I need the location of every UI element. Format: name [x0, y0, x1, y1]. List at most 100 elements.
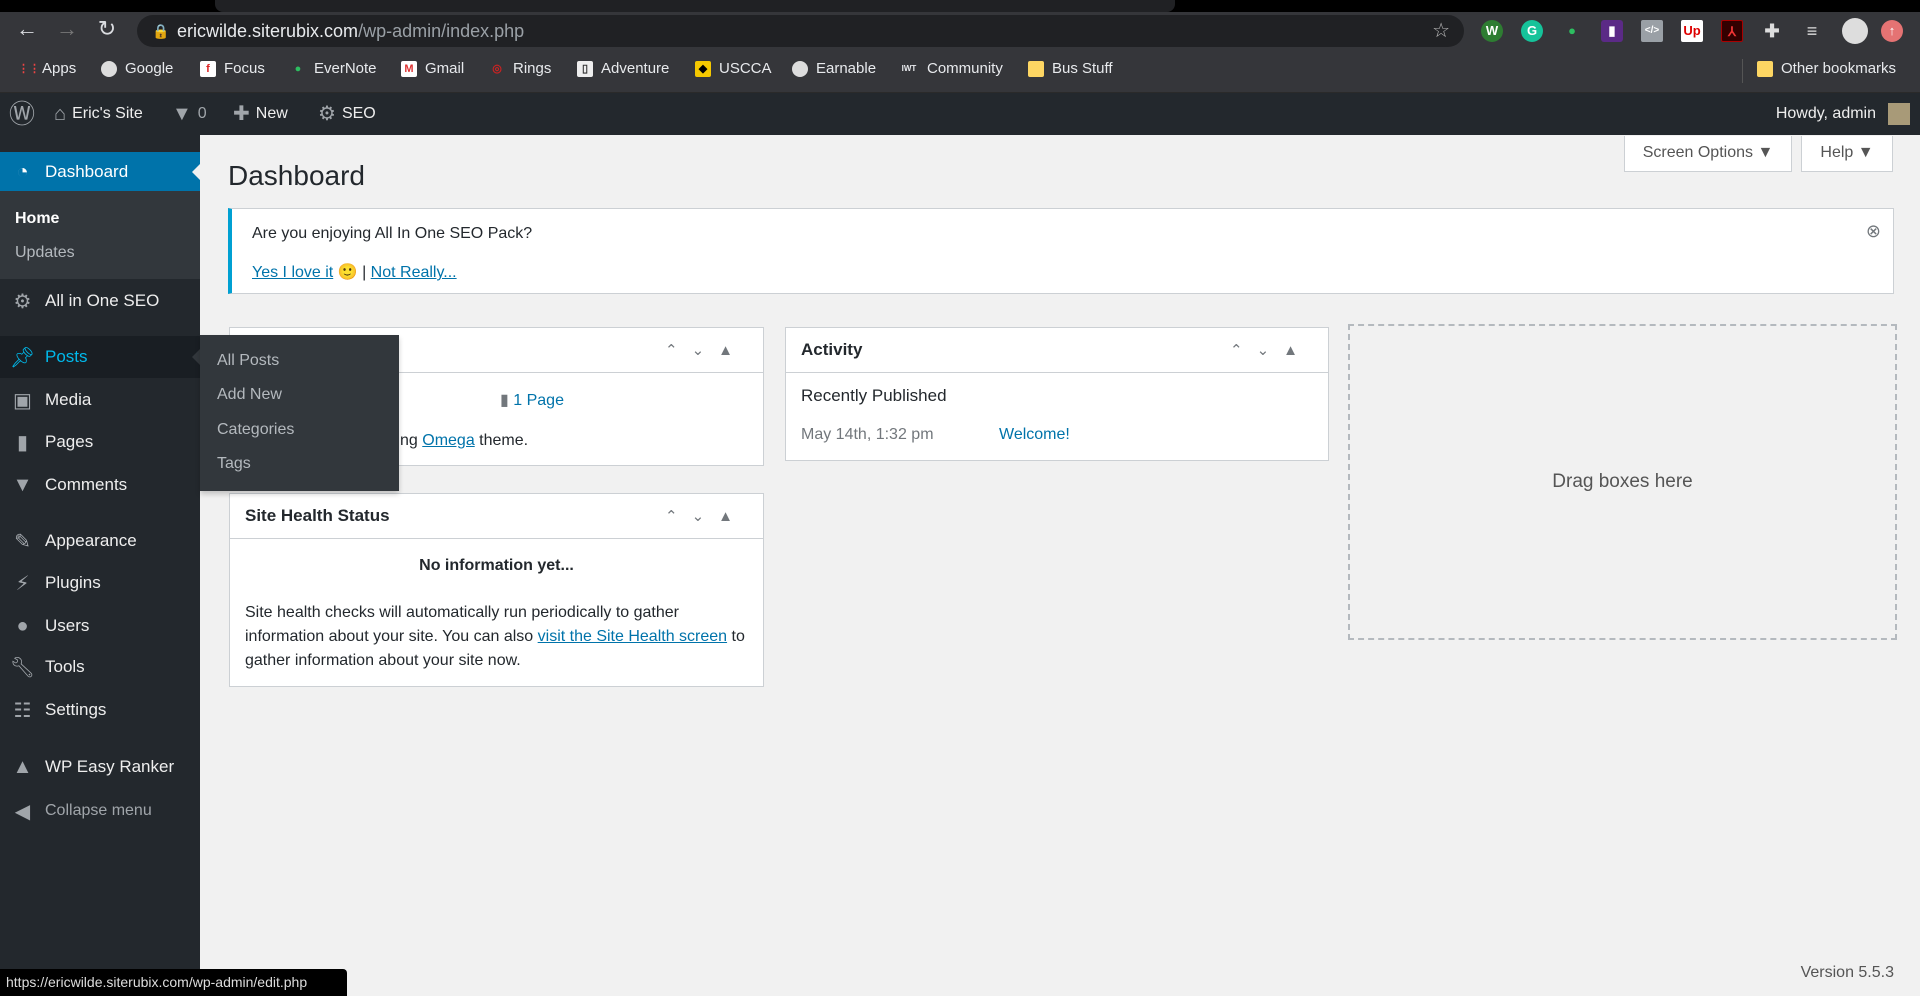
lock-icon: 🔒 — [152, 23, 170, 39]
acrobat-icon[interactable]: ⅄ — [1721, 20, 1743, 42]
aioseo-notice: Are you enjoying All In One SEO Pack? Ye… — [228, 208, 1894, 294]
page-title: Dashboard — [228, 160, 365, 191]
upwork-icon[interactable]: Up — [1681, 20, 1703, 42]
apps-grid-icon: ⋮⋮ — [18, 62, 40, 75]
sidebar-item-pages[interactable]: ▮ Pages — [0, 421, 200, 463]
evernote-icon[interactable]: ● — [1561, 20, 1583, 42]
home-icon: ⌂ — [54, 103, 67, 125]
activity-widget: Activity ⌃⌄▲ Recently Published May 14th… — [785, 327, 1329, 461]
sidebar-item-media[interactable]: ▣ Media — [0, 379, 200, 421]
bookmark-community[interactable]: IWT Community — [899, 60, 1003, 77]
site-health-widget: Site Health Status ⌃⌄▲ No information ye… — [229, 493, 764, 687]
plus-icon: ✚ — [233, 103, 250, 125]
flyout-add-new[interactable]: Add New — [217, 386, 282, 404]
theme-link[interactable]: Omega — [422, 432, 474, 449]
sidebar-item-dashboard[interactable]: ◔ Dashboard — [0, 152, 200, 192]
sidebar-item-aioseo[interactable]: ⚙ All in One SEO — [0, 280, 200, 322]
seo-menu-link[interactable]: ⚙ SEO — [318, 93, 376, 135]
gmail-icon: M — [401, 60, 417, 77]
bookmark-adventure[interactable]: ▯ Adventure — [577, 60, 669, 77]
bookmark-google[interactable]: Google — [101, 60, 173, 77]
theme-info: ng Omega theme. — [400, 432, 529, 449]
bookmark-gmail[interactable]: M Gmail — [401, 60, 464, 77]
extension-w-icon[interactable]: W — [1481, 20, 1503, 42]
bookmark-uscca[interactable]: ◆ USCCA — [695, 60, 772, 77]
plug-icon: ⚡︎ — [15, 572, 30, 595]
bookmark-apps[interactable]: ⋮⋮ Apps — [18, 60, 76, 77]
sidebar-item-tools[interactable]: 🔧︎ Tools — [0, 646, 200, 688]
back-icon[interactable]: ← — [12, 16, 42, 42]
folder-icon — [1028, 60, 1044, 77]
user-icon: ● — [16, 614, 29, 637]
brush-icon: ✎ — [14, 530, 31, 553]
evernote-icon: ● — [294, 62, 302, 75]
map-icon: ▯ — [577, 60, 593, 77]
forward-icon[interactable]: → — [52, 16, 82, 42]
bookmarks-bar: ⋮⋮ Apps Google f Focus ● EverNote M Gmail ◎ R… — [0, 49, 1920, 93]
widget-controls[interactable]: ⌃⌄▲ — [665, 328, 747, 373]
status-bar-url: https://ericwilde.siterubix.com/wp-admin… — [0, 969, 347, 996]
widget-controls[interactable]: ⌃⌄▲ — [665, 494, 747, 539]
bookmark-bus-stuff[interactable]: Bus Stuff — [1028, 60, 1113, 77]
reload-icon[interactable]: ↻ — [92, 16, 122, 42]
wp-logo-icon[interactable]: Ⓦ — [9, 93, 35, 135]
comments-link[interactable]: ▼ 0 — [172, 93, 207, 135]
media-queue-icon[interactable]: ≡ — [1801, 20, 1823, 42]
bookmark-evernote[interactable]: ● EverNote — [290, 60, 377, 77]
extension-chart-icon[interactable]: ▮ — [1601, 20, 1623, 42]
pages-icon: ▮ — [500, 392, 509, 409]
sidebar-item-plugins[interactable]: ⚡︎ Plugins — [0, 562, 200, 604]
sidebar-item-comments[interactable]: ▼ Comments — [0, 464, 200, 506]
bookmark-earnable[interactable]: Earnable — [792, 60, 876, 77]
comment-icon: ▼ — [172, 103, 192, 125]
post-link[interactable]: Welcome! — [999, 426, 1070, 444]
code-icon[interactable]: </> — [1641, 20, 1663, 42]
profile-avatar[interactable] — [1842, 18, 1868, 44]
drag-boxes-area[interactable]: Drag boxes here — [1348, 324, 1897, 640]
wp-admin-bar: Ⓦ ⌂ Eric's Site ▼ 0 ✚ New ⚙ SEO Howdy, admin — [0, 93, 1920, 135]
bookmark-focus[interactable]: f Focus — [200, 60, 265, 77]
ranker-icon: ▲ — [12, 755, 33, 778]
sidebar-item-posts[interactable]: 📌︎ Posts — [0, 336, 200, 378]
grammarly-icon[interactable]: G — [1521, 20, 1543, 42]
screen-options-button[interactable]: Screen Options ▼ — [1624, 136, 1792, 172]
sidebar-item-appearance[interactable]: ✎ Appearance — [0, 520, 200, 562]
tab-strip — [0, 0, 1920, 12]
globe-icon — [101, 60, 117, 77]
gear-icon: ⚙ — [318, 103, 336, 125]
flyout-all-posts[interactable]: All Posts — [217, 352, 279, 370]
sidebar-item-wp-easy-ranker[interactable]: ▲ WP Easy Ranker — [0, 746, 200, 788]
dashboard-submenu: Home Updates — [0, 191, 200, 279]
dismiss-icon[interactable]: ⊗ — [1866, 221, 1881, 242]
widget-controls[interactable]: ⌃⌄▲ — [1230, 328, 1312, 373]
collapse-icon: ◀ — [14, 800, 31, 823]
notice-yes-link[interactable]: Yes I love it — [252, 264, 333, 281]
sidebar-item-users[interactable]: ● Users — [0, 605, 200, 647]
wrench-icon: 🔧︎ — [9, 656, 36, 679]
submenu-updates[interactable]: Updates — [15, 244, 75, 262]
new-content-link[interactable]: ✚ New — [233, 93, 288, 135]
submenu-home[interactable]: Home — [15, 210, 59, 228]
site-name-link[interactable]: ⌂ Eric's Site — [54, 93, 143, 135]
help-button[interactable]: Help ▼ — [1801, 136, 1893, 172]
iwt-icon: IWT — [901, 63, 917, 73]
pages-count-link[interactable]: ▮ 1 Page — [500, 390, 564, 410]
bookmark-rings[interactable]: ◎ Rings — [489, 60, 551, 77]
address-bar[interactable]: 🔒 ericwilde.siterubix.com/wp-admin/index… — [137, 15, 1464, 47]
site-health-link[interactable]: visit the Site Health screen — [538, 628, 727, 645]
update-icon[interactable]: ↑ — [1881, 20, 1903, 42]
notice-no-link[interactable]: Not Really... — [371, 264, 457, 281]
collapse-menu[interactable]: ◀ Collapse menu — [0, 790, 200, 832]
my-account-link[interactable]: Howdy, admin — [1776, 93, 1910, 135]
flyout-categories[interactable]: Categories — [217, 421, 294, 439]
extensions-puzzle-icon[interactable]: ✚ — [1761, 20, 1783, 42]
flyout-tags[interactable]: Tags — [217, 455, 251, 473]
wp-version: Version 5.5.3 — [1800, 964, 1894, 981]
bookmark-star-icon[interactable]: ☆ — [1432, 15, 1450, 47]
avatar — [1888, 103, 1910, 125]
gear-icon: ⚙ — [13, 290, 32, 313]
sidebar-item-settings[interactable]: ☷ Settings — [0, 689, 200, 731]
other-bookmarks[interactable]: Other bookmarks — [1757, 60, 1896, 77]
settings-icon: ☷ — [13, 699, 32, 722]
focus-icon: f — [200, 60, 216, 77]
